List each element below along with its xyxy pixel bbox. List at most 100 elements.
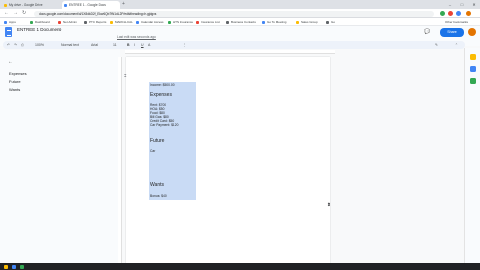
browser-tab-active[interactable]: ENTREE 1 - Google Docs [62,1,120,9]
browser-tab[interactable]: My drive - Google Drive [2,1,60,9]
bookmark-label: MARCH-CAL [115,20,133,24]
bookmark-icon [84,20,87,24]
docs-logo-icon[interactable] [5,27,12,37]
outline-item-future[interactable]: Future [9,79,21,84]
future-line[interactable]: Car [150,149,155,153]
bookmark-icon [136,20,139,24]
new-tab-button[interactable]: + [122,1,125,7]
side-panel [464,48,480,270]
bookmark-icon [226,20,229,24]
outline-item-expenses[interactable]: Expenses [9,71,27,76]
heading-wants[interactable]: Wants [150,182,164,188]
bookmark-label: Dashboard [35,20,50,24]
extension-icon[interactable] [456,11,461,16]
undo-icon[interactable]: ↶ [7,41,10,49]
wants-line[interactable]: Bonus: $40 [150,194,167,198]
bookmark-item[interactable]: Sales Group [296,18,318,26]
bookmark-label: Sales Group [301,20,318,24]
bookmark-item[interactable]: Business Contacts [226,18,256,26]
tab-label: ENTREE 1 - Google Docs [69,3,106,7]
reload-button[interactable]: ↻ [22,9,26,18]
vertical-ruler[interactable] [118,57,122,270]
bookmark-icon [58,20,61,24]
bookmark-label: PTC Reports [89,20,107,24]
document-title[interactable]: ENTREE 1 Document [17,27,61,32]
income-line[interactable]: Income: $500.00 [150,83,175,87]
browser-tab-bar: My drive - Google Drive ENTREE 1 - Googl… [0,0,480,9]
bookmark-icon [196,20,199,24]
bookmark-label: Go To Meeting [267,20,287,24]
bookmark-item[interactable]: PTC Reports [84,18,106,26]
bookmark-item[interactable]: Go [326,18,335,26]
collapse-icon[interactable]: ⌃ [455,41,458,49]
font-select[interactable]: Arial [91,41,98,49]
keep-icon[interactable] [470,54,476,60]
expense-line[interactable]: Car Payment: $120 [150,123,178,127]
edit-mode-icon[interactable]: ✎ [435,41,438,49]
zoom-select[interactable]: 100% [35,41,44,49]
outline-back-icon[interactable]: ← [8,59,13,65]
other-bookmarks[interactable]: Other bookmarks [440,18,468,26]
bookmark-icon [4,20,7,24]
forward-button[interactable]: → [13,9,18,18]
chrome-icon[interactable] [12,264,16,269]
heading-expenses[interactable]: Expenses [150,92,172,98]
share-button[interactable]: Share [440,28,464,37]
back-button[interactable]: ← [4,9,9,18]
tasks-icon[interactable] [470,66,476,72]
formatting-toolbar: ↶ ↷ ⎙ 100% Normal text Arial 11 B I U A … [3,41,465,49]
more-options-icon[interactable]: ⋮ [183,41,187,49]
bookmark-label: Insurance List [201,20,220,24]
bookmark-label: HTS Insurance [173,20,194,24]
extension-icon[interactable] [440,11,445,16]
bookmark-item[interactable]: Net Admin [58,18,77,26]
text-color-button[interactable]: A [148,41,150,49]
comment-icon[interactable]: 💬 [424,29,430,35]
underline-button[interactable]: U [141,41,144,49]
bookmark-icon [262,20,265,24]
drive-favicon-icon [4,3,7,7]
bookmark-label: Net Admin [63,20,77,24]
explorer-icon[interactable] [4,264,8,269]
bookmark-icon [296,20,299,24]
bookmark-icon [168,20,171,24]
bookmarks-bar: Apps Dashboard Net Admin PTC Reports MARCH-C… [0,18,480,26]
minimize-button[interactable]: – [444,0,456,9]
scroll-position-icon[interactable]: ⇕ [327,202,331,208]
italic-button[interactable]: I [134,41,135,49]
bookmark-item[interactable]: Go To Meeting [262,18,286,26]
bookmark-label: Apps [9,20,16,24]
tab-label: My drive - Google Drive [9,3,43,7]
docs-favicon-icon [64,3,67,7]
bookmark-item[interactable]: Dashboard [30,18,50,26]
close-window-button[interactable]: ✕ [468,0,480,9]
calendar-icon[interactable] [470,78,476,84]
bookmark-item[interactable]: HTS Insurance [168,18,193,26]
bookmark-icon [30,20,33,24]
redo-icon[interactable]: ↷ [14,41,17,49]
extension-icon[interactable] [448,11,453,16]
address-input[interactable]: docs.google.com/document/d/1X8dkD2f_Ekw6… [34,10,434,17]
bookmark-icon [326,20,329,24]
avatar[interactable] [468,28,476,36]
bookmark-item[interactable]: Insurance List [196,18,220,26]
font-size-input[interactable]: 11 [113,41,117,49]
docs-taskbar-icon[interactable] [20,264,24,269]
heading-future[interactable]: Future [150,138,164,144]
os-taskbar [0,263,480,270]
bookmark-icon [110,20,113,24]
bookmark-item[interactable]: Apps [4,18,16,26]
bookmark-item[interactable]: MARCH-CAL [110,18,133,26]
profile-avatar-icon[interactable] [466,11,471,16]
bookmark-label: Calendar Access [141,20,164,24]
bold-button[interactable]: B [127,41,130,49]
horizontal-ruler[interactable] [125,50,335,54]
star-icon[interactable]: ☆ [58,27,62,33]
outline-item-wants[interactable]: Wants [9,87,20,92]
print-icon[interactable]: ⎙ [21,41,24,49]
maximize-button[interactable]: □ [456,0,468,9]
style-select[interactable]: Normal text [61,41,79,49]
bookmark-item[interactable]: Calendar Access [136,18,164,26]
bookmark-label: Go [331,20,336,24]
last-edit-link[interactable]: Last edit was seconds ago [117,34,156,40]
